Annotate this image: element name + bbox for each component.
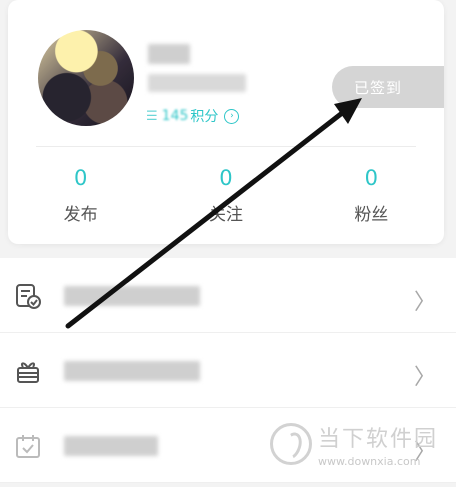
menu-item-label-blurred xyxy=(64,436,158,456)
profile-card: ☰ 145 积分 › 已签到 0 发布 0 关注 0 粉丝 xyxy=(8,0,444,244)
divider xyxy=(36,146,416,147)
stat-value: 0 xyxy=(364,166,378,190)
stat-label: 粉丝 xyxy=(354,205,389,225)
points-unit: 积分 xyxy=(190,109,219,125)
watermark-url: www.downxia.com xyxy=(318,454,421,468)
stat-label: 发布 xyxy=(63,205,98,225)
stat-followers[interactable]: 0 粉丝 xyxy=(299,164,444,225)
stat-following[interactable]: 0 关注 xyxy=(153,164,298,225)
points-link[interactable]: ☰ 145 积分 › xyxy=(146,106,240,126)
points-value: 145 xyxy=(161,108,189,124)
task-list-icon xyxy=(16,284,41,309)
menu-item-label-blurred xyxy=(64,286,200,306)
chevron-right-icon: 〉 xyxy=(413,365,436,390)
user-subtitle-blurred xyxy=(148,74,246,92)
menu-item-label-blurred xyxy=(64,361,200,381)
calendar-icon xyxy=(16,435,40,458)
menu-item-tasks[interactable]: 〉 xyxy=(0,258,456,333)
stat-value: 0 xyxy=(219,166,233,190)
avatar[interactable] xyxy=(38,30,134,126)
menu-item-gifts[interactable]: 〉 xyxy=(0,333,456,408)
stat-value: 0 xyxy=(73,166,88,190)
stat-label: 关注 xyxy=(208,205,243,225)
chevron-right-icon: › xyxy=(224,108,240,124)
sign-in-button[interactable]: 已签到 xyxy=(332,66,444,108)
username-blurred xyxy=(148,44,190,64)
coin-icon: ☰ xyxy=(146,108,158,124)
stat-posts[interactable]: 0 发布 xyxy=(8,164,153,225)
watermark-brand: 当下软件园 xyxy=(318,426,439,452)
stats-row: 0 发布 0 关注 0 粉丝 xyxy=(8,164,444,225)
chevron-right-icon: 〉 xyxy=(413,290,436,315)
watermark: 当下软件园 www.downxia.com xyxy=(270,416,456,472)
gift-icon xyxy=(17,362,39,383)
brand-logo-icon xyxy=(270,423,312,465)
